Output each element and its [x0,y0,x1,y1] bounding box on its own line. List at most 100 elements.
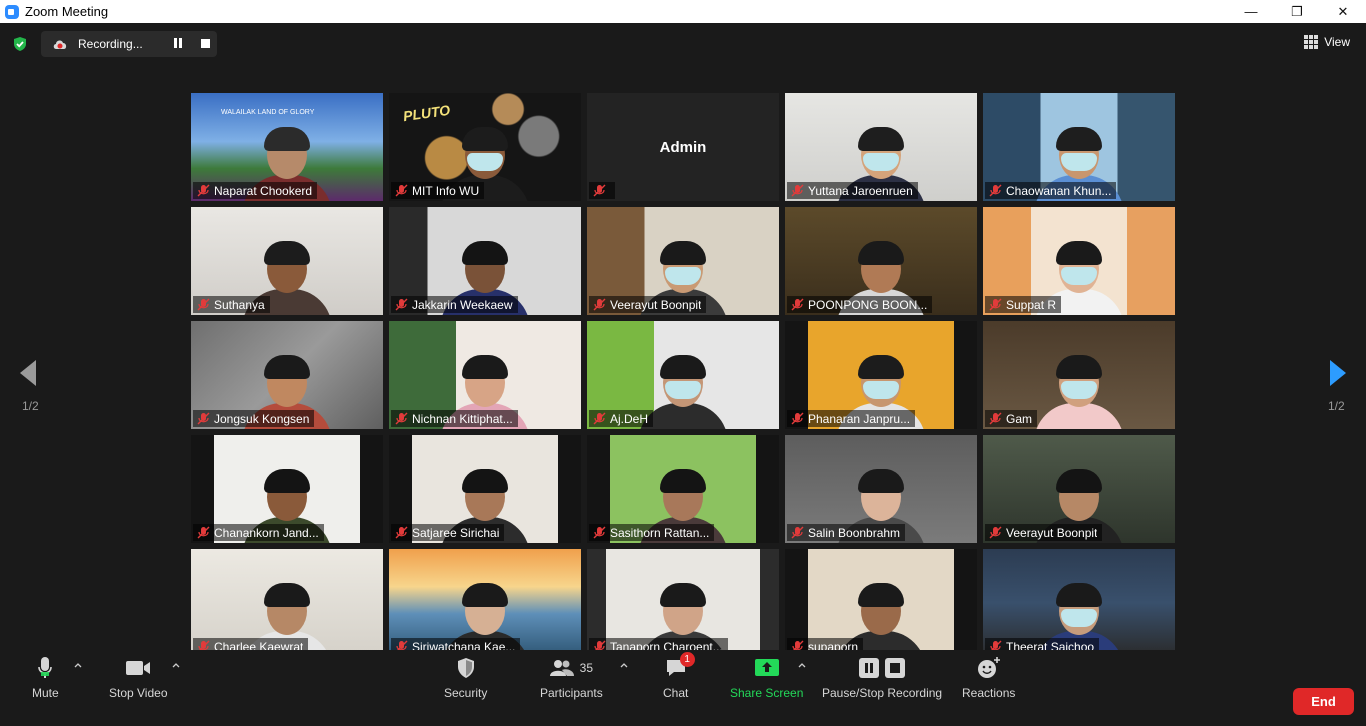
participant-tile[interactable]: Gam [983,321,1175,429]
participant-name: Gam [1006,411,1033,426]
share-screen-button[interactable]: Share Screen [730,656,803,700]
view-button[interactable]: View [1304,35,1350,49]
participant-tile[interactable]: PLUTO MIT Info WU [389,93,581,201]
gallery-grid-icon [1304,35,1319,49]
share-screen-icon [754,659,779,676]
reactions-button[interactable]: Reactions [962,656,1015,700]
shield-icon [457,658,474,678]
muted-microphone-icon [593,526,606,539]
muted-microphone-icon [593,184,606,197]
participant-tile[interactable]: supaporn [785,549,977,657]
participant-nameplate: Naparat Chookerd [193,182,318,199]
participant-tile[interactable]: POONPONG BOON... [785,207,977,315]
stop-video-button[interactable]: Stop Video [109,656,168,700]
participant-nameplate: Salin Boonbrahm [787,524,906,541]
chat-button[interactable]: 1 Chat [663,652,695,700]
share-screen-label: Share Screen [730,686,804,700]
participant-tile[interactable]: Suthanya [191,207,383,315]
mute-label: Mute [32,686,59,700]
recording-label: Recording... [78,37,143,51]
participant-tile[interactable]: Aj.DeH [587,321,779,429]
participant-nameplate: Gam [985,410,1038,427]
muted-microphone-icon [791,526,804,539]
window-title: Zoom Meeting [25,4,109,19]
participant-nameplate: Aj.DeH [589,410,654,427]
maximize-button[interactable]: ❐ [1274,0,1320,23]
next-page-arrow-icon[interactable] [1329,359,1347,387]
shield-icon[interactable] [12,36,28,52]
participant-avatar [1034,355,1124,429]
meeting-toolbar: Mute Stop Video Security 35 Participants… [0,650,1366,726]
participant-nameplate: Suppat R [985,296,1062,313]
participant-tile[interactable]: Admin [587,93,779,201]
participant-display-name: Admin [659,139,707,156]
chevron-up-icon[interactable] [798,661,806,669]
page-indicator-right: 1/2 [1328,399,1345,413]
participant-tile[interactable]: Sasithorn Rattan... [587,435,779,543]
participant-tile[interactable]: Phanaran Janpru... [785,321,977,429]
participant-tile[interactable]: Veerayut Boonpit [587,207,779,315]
participant-name: POONPONG BOON... [808,297,928,312]
end-meeting-button[interactable]: End [1293,688,1354,715]
chevron-up-icon[interactable] [620,661,628,669]
chat-label: Chat [663,686,689,700]
chevron-up-icon[interactable] [172,661,180,669]
participant-nameplate: Suthanya [193,296,270,313]
chat-unread-badge: 1 [679,652,695,667]
minimize-button[interactable]: — [1228,0,1274,23]
participant-tile[interactable]: Chaowanan Khun... [983,93,1175,201]
stop-video-label: Stop Video [109,686,168,700]
participant-tile[interactable]: Chanankorn Jand... [191,435,383,543]
participant-tile[interactable]: WALAILAK LAND OF GLORY Naparat Chookerd [191,93,383,201]
participant-tile[interactable]: Charlee Kaewrat [191,549,383,657]
participant-name: Sasithorn Rattan... [610,525,710,540]
participant-name: Aj.DeH [610,411,649,426]
security-button[interactable]: Security [444,656,487,700]
previous-page-arrow-icon[interactable] [19,359,37,387]
close-button[interactable]: ✕ [1320,0,1366,23]
participant-tile[interactable]: Yuttana Jaroenruen [785,93,977,201]
stop-recording-button[interactable] [201,39,210,48]
muted-microphone-icon [989,184,1002,197]
participant-tile[interactable]: Satjaree Sirichai [389,435,581,543]
participant-nameplate: Yuttana Jaroenruen [787,182,918,199]
participant-tile[interactable]: Salin Boonbrahm [785,435,977,543]
muted-microphone-icon [989,526,1002,539]
participant-nameplate: Veerayut Boonpit [589,296,707,313]
participant-name: Veerayut Boonpit [1006,525,1098,540]
participant-name: Suppat R [1006,297,1057,312]
meeting-area: Recording... View 1/2 1/2 WALAILAK LAND … [0,23,1366,726]
muted-microphone-icon [791,412,804,425]
participant-tile[interactable]: Nichnan Kittiphat... [389,321,581,429]
pause-stop-recording-button[interactable]: Pause/Stop Recording [822,656,942,700]
participant-nameplate: Veerayut Boonpit [985,524,1103,541]
recording-control-label: Pause/Stop Recording [822,686,943,700]
participant-tile[interactable]: Theerat Saichoo [983,549,1175,657]
chevron-up-icon[interactable] [74,661,82,669]
mute-button[interactable]: Mute [32,656,59,700]
participant-tile[interactable]: Jakkarin Weekaew [389,207,581,315]
participants-button[interactable]: 35 Participants [540,656,603,700]
participant-tile[interactable]: Veerayut Boonpit [983,435,1175,543]
muted-microphone-icon [791,298,804,311]
participant-nameplate: Jongsuk Kongsen [193,410,315,427]
pause-recording-button[interactable] [174,38,184,49]
muted-microphone-icon [395,298,408,311]
muted-microphone-icon [395,412,408,425]
participant-count: 35 [579,661,594,675]
muted-microphone-icon [593,412,606,425]
participant-name: Chanankorn Jand... [214,525,319,540]
participant-nameplate: Nichnan Kittiphat... [391,410,518,427]
participant-tile[interactable]: Siriwatchana Kae... [389,549,581,657]
pause-icon [859,658,880,678]
participant-name: Yuttana Jaroenruen [808,183,913,198]
participant-tile[interactable]: Tanaporn Charoent... [587,549,779,657]
participant-nameplate: MIT Info WU [391,182,485,199]
participant-name: MIT Info WU [412,183,480,198]
participant-nameplate: Jakkarin Weekaew [391,296,518,313]
participant-nameplate: POONPONG BOON... [787,296,933,313]
participant-tile[interactable]: Jongsuk Kongsen [191,321,383,429]
participant-name: Satjaree Sirichai [412,525,500,540]
participant-nameplate: Chaowanan Khun... [985,182,1117,199]
participant-tile[interactable]: Suppat R [983,207,1175,315]
